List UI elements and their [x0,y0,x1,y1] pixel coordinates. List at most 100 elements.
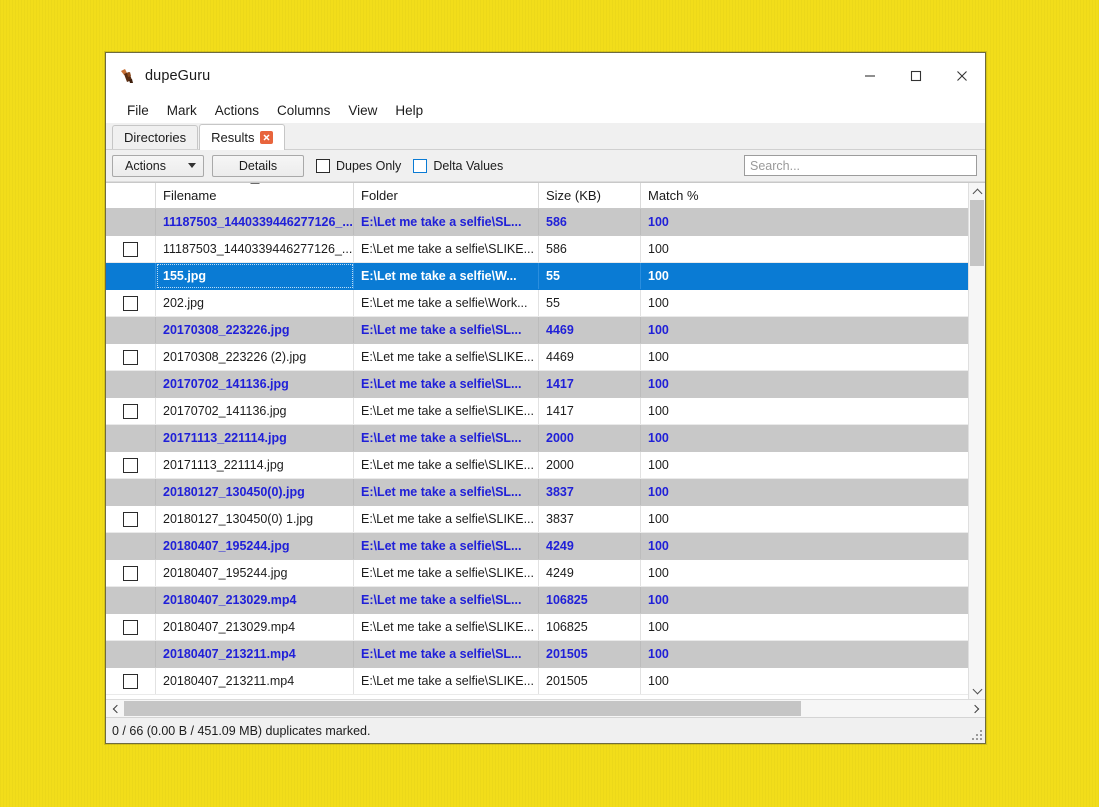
row-checkbox-cell[interactable] [106,398,156,424]
close-button[interactable] [939,53,985,98]
actions-button-label: Actions [125,158,166,173]
row-checkbox-cell[interactable] [106,290,156,316]
menu-columns[interactable]: Columns [268,101,339,121]
scroll-down-button[interactable] [969,682,985,699]
status-bar: 0 / 66 (0.00 B / 451.09 MB) duplicates m… [106,717,985,743]
table-row[interactable]: 20180407_195244.jpg E:\Let me take a self… [106,560,968,587]
search-container [744,155,977,176]
dupes-only-checkbox[interactable]: Dupes Only [316,158,402,173]
cell-filename: 20170308_223226 (2).jpg [156,344,354,370]
row-checkbox-cell [106,587,156,613]
table-row[interactable]: 20180127_130450(0).jpg E:\Let me take a s… [106,479,968,506]
column-header-size[interactable]: Size (KB) [539,183,641,208]
actions-button[interactable]: Actions [112,154,204,177]
column-header-checkbox[interactable] [106,183,156,208]
minimize-button[interactable] [847,53,893,98]
checkbox-icon[interactable] [123,565,138,581]
cell-filename: 20180127_130450(0) 1.jpg [156,506,354,532]
cell-size: 106825 [539,614,641,640]
cell-filename: 20180407_213029.mp4 [156,587,354,613]
cell-folder: E:\Let me take a selfie\SL... [354,209,539,235]
column-header-match[interactable]: Match % [641,183,968,208]
checkbox-icon[interactable] [123,673,138,689]
vertical-scrollbar[interactable] [968,183,985,699]
close-icon[interactable] [260,131,274,144]
menu-file[interactable]: File [118,101,158,121]
cell-match: 100 [648,404,669,418]
scroll-right-button[interactable] [967,700,985,717]
scroll-left-button[interactable] [106,700,124,717]
checkbox-icon[interactable] [123,349,138,365]
row-checkbox-cell[interactable] [106,560,156,586]
cell-match: 100 [648,215,669,229]
menu-mark[interactable]: Mark [158,101,206,121]
cell-folder: E:\Let me take a selfie\Work... [354,290,539,316]
table-row[interactable]: 20180407_213211.mp4 E:\Let me take a self… [106,668,968,695]
row-checkbox-cell[interactable] [106,236,156,262]
cell-filename: 20180407_195244.jpg [156,560,354,586]
horizontal-scrollbar[interactable] [106,699,985,717]
row-checkbox-cell [106,533,156,559]
delta-values-checkbox[interactable]: Delta Values [413,158,503,173]
resize-grip[interactable] [971,729,982,740]
cell-folder: E:\Let me take a selfie\SL... [354,533,539,559]
horizontal-scroll-track[interactable] [124,700,967,717]
tab-directories[interactable]: Directories [112,125,199,149]
table-row[interactable]: 20170702_141136.jpg E:\Let me take a self… [106,398,968,425]
table-row[interactable]: 20171113_221114.jpg E:\Let me take a self… [106,452,968,479]
row-checkbox-cell[interactable] [106,452,156,478]
table-row[interactable]: 11187503_1440339446277126_... E:\Let me t… [106,209,968,236]
cell-filename: 20171113_221114.jpg [156,452,354,478]
table-row[interactable]: 11187503_1440339446277126_... E:\Let me t… [106,236,968,263]
column-header-filename[interactable]: Filename [156,183,354,208]
checkbox-icon[interactable] [316,158,330,173]
table-row[interactable]: 20171113_221114.jpg E:\Let me take a self… [106,425,968,452]
table-row[interactable]: 20180407_195244.jpg E:\Let me take a self… [106,533,968,560]
row-checkbox-cell[interactable] [106,344,156,370]
row-checkbox-cell[interactable] [106,506,156,532]
table-row[interactable]: 20170308_223226 (2).jpg E:\Let me take a … [106,344,968,371]
cell-folder: E:\Let me take a selfie\SL... [354,587,539,613]
table-row[interactable]: 20170308_223226.jpg E:\Let me take a self… [106,317,968,344]
checkbox-icon[interactable] [123,241,138,257]
vertical-scroll-thumb[interactable] [970,200,984,266]
checkbox-icon[interactable] [123,457,138,473]
column-header-match-label: Match % [648,188,699,203]
row-checkbox-cell [106,371,156,397]
table-row[interactable]: 202.jpg E:\Let me take a selfie\Work... 55… [106,290,968,317]
checkbox-icon[interactable] [123,403,138,419]
dupes-only-label: Dupes Only [336,158,402,173]
checkbox-icon[interactable] [123,295,138,311]
table-row[interactable]: 20180407_213211.mp4 E:\Let me take a self… [106,641,968,668]
cell-size: 201505 [539,641,641,667]
cell-match: 100 [648,377,669,391]
checkbox-icon[interactable] [413,158,428,173]
table-row[interactable]: 20180127_130450(0) 1.jpg E:\Let me take a… [106,506,968,533]
details-button[interactable]: Details [212,154,304,177]
table-row[interactable]: 20170702_141136.jpg E:\Let me take a self… [106,371,968,398]
checkbox-icon[interactable] [123,619,138,635]
menu-actions[interactable]: Actions [206,101,268,121]
scroll-up-button[interactable] [969,183,985,200]
vertical-scroll-track[interactable] [969,200,985,682]
maximize-button[interactable] [893,53,939,98]
row-checkbox-cell[interactable] [106,668,156,694]
column-header-folder[interactable]: Folder [354,183,539,208]
cell-match: 100 [648,512,669,526]
search-input[interactable] [744,155,977,176]
table-row[interactable]: 20180407_213029.mp4 E:\Let me take a self… [106,587,968,614]
row-checkbox-cell [106,641,156,667]
cell-filename: 11187503_1440339446277126_... [156,209,354,235]
row-checkbox-cell[interactable] [106,614,156,640]
menu-view[interactable]: View [339,101,386,121]
menu-help[interactable]: Help [386,101,432,121]
horizontal-scroll-thumb[interactable] [124,701,801,716]
table-row[interactable]: 20180407_213029.mp4 E:\Let me take a self… [106,614,968,641]
cell-filename: 20170702_141136.jpg [156,371,354,397]
cell-size: 3837 [539,506,641,532]
row-checkbox-cell [106,263,156,289]
tab-results[interactable]: Results [199,124,286,150]
column-header-size-label: Size (KB) [546,188,601,203]
checkbox-icon[interactable] [123,511,138,527]
table-row[interactable]: 155.jpg E:\Let me take a selfie\W... 55 100 [106,263,968,290]
